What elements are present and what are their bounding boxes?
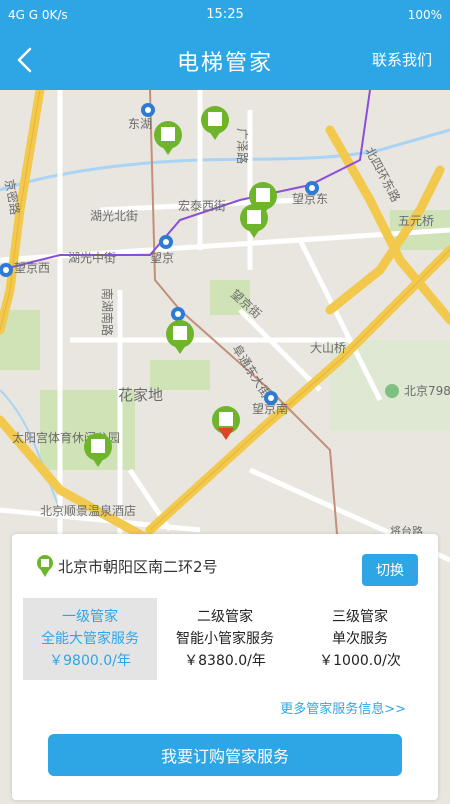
- service-card: 北京市朝阳区南二环2号 切换 一级管家 全能大管家服务 ￥9800.0/年 二级…: [12, 534, 438, 800]
- address-text: 北京市朝阳区南二环2号: [58, 558, 218, 576]
- tier-option-3[interactable]: 三级管家 单次服务 ￥1000.0/次: [293, 598, 427, 680]
- map-label: 五元桥: [398, 214, 434, 228]
- map-label: 南湖南路: [100, 288, 115, 336]
- map-label: 广泽路: [235, 128, 250, 164]
- tier-level: 一级管家: [62, 609, 118, 625]
- map-label: 北京798: [404, 384, 450, 398]
- map-label: 湖光中街: [68, 250, 116, 265]
- app-header: 电梯管家 联系我们: [0, 30, 450, 90]
- status-bar: 4G G 0K/s 15:25 100%: [0, 0, 450, 30]
- tier-price: ￥9800.0/年: [49, 653, 131, 669]
- tier-level: 二级管家: [197, 609, 253, 625]
- switch-button[interactable]: 切换: [362, 554, 418, 586]
- contact-us-button[interactable]: 联系我们: [372, 49, 432, 70]
- map-label: 花家地: [118, 386, 163, 404]
- tier-option-1[interactable]: 一级管家 全能大管家服务 ￥9800.0/年: [23, 598, 157, 680]
- more-services-link[interactable]: 更多管家服务信息>>: [280, 698, 406, 717]
- order-service-button[interactable]: 我要订购管家服务: [48, 734, 402, 776]
- map-label: 东湖: [128, 116, 152, 131]
- map-label: 北京顺景温泉酒店: [40, 504, 136, 518]
- map-label: 望京: [150, 251, 174, 265]
- clock: 15:25: [206, 7, 244, 22]
- tier-name: 全能大管家服务: [41, 631, 139, 647]
- map-label: 湖光北街: [90, 208, 138, 223]
- location-pin-icon: [37, 555, 53, 577]
- map-label: 望京西: [14, 261, 50, 275]
- map-label: 宏泰西街: [178, 198, 226, 213]
- tier-price: ￥8380.0/年: [184, 653, 266, 669]
- tier-option-2[interactable]: 二级管家 智能小管家服务 ￥8380.0/年: [158, 598, 292, 680]
- map-label: 大山桥: [310, 341, 346, 355]
- tier-name: 单次服务: [332, 631, 388, 647]
- poi-icon: [385, 384, 399, 398]
- tier-name: 智能小管家服务: [176, 631, 274, 647]
- battery-indicator: 100%: [407, 8, 442, 22]
- tier-price: ￥1000.0/次: [319, 653, 401, 669]
- tier-level: 三级管家: [332, 609, 388, 625]
